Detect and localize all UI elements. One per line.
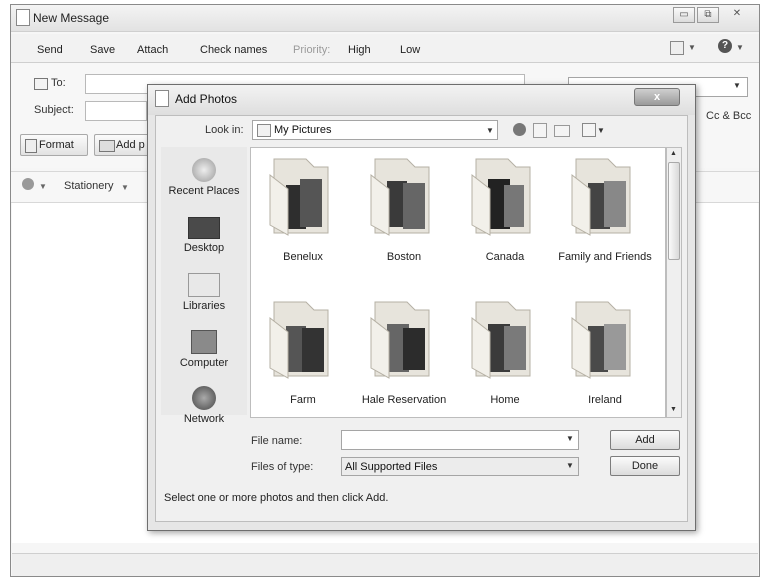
folder-photo-icon (571, 301, 631, 379)
new-folder-icon[interactable] (554, 125, 570, 137)
priority-label: Priority: (293, 44, 331, 56)
subject-label: Subject: (34, 104, 74, 116)
priority-high-button[interactable]: High (348, 44, 371, 56)
emoticon-dropdown-icon[interactable]: ▼ (39, 182, 47, 191)
cc-bcc-link[interactable]: Cc & Bcc (706, 110, 751, 122)
to-label: To: (51, 77, 66, 89)
computer-icon (191, 330, 217, 354)
folder-item-family-and-friends[interactable]: Family and Friends (555, 155, 655, 265)
address-book-icon[interactable] (34, 78, 48, 90)
add-photos-label: Add p (116, 139, 145, 151)
file-name-dropdown-icon[interactable]: ▼ (566, 434, 574, 443)
attach-button[interactable]: Attach (137, 44, 168, 56)
help-icon[interactable]: ? (718, 39, 732, 53)
folder-photo-icon (471, 158, 531, 236)
view-menu-icon[interactable] (582, 123, 596, 137)
folder-label: Family and Friends (558, 251, 652, 263)
place-label: Desktop (183, 242, 225, 254)
place-libraries[interactable]: Libraries (161, 273, 247, 312)
message-icon (16, 9, 30, 26)
emoticon-icon[interactable] (22, 178, 34, 190)
from-dropdown-icon[interactable]: ▼ (733, 81, 741, 90)
photo-icon (99, 140, 115, 152)
look-in-dropdown-icon[interactable]: ▼ (486, 126, 494, 135)
file-type-value: All Supported Files (345, 461, 438, 473)
format-button[interactable]: Format (20, 134, 88, 156)
subject-field[interactable] (85, 101, 147, 121)
place-recent-places[interactable]: Recent Places (161, 158, 247, 197)
add-button[interactable]: Add (610, 430, 680, 450)
add-photos-button[interactable]: Add p (94, 134, 150, 156)
maximize-button[interactable]: ⧉ (697, 7, 719, 23)
folder-label: Farm (290, 394, 316, 406)
folder-photo-icon (370, 158, 430, 236)
status-bar (12, 553, 758, 576)
dialog-title: Add Photos (175, 92, 238, 106)
folder-label: Home (490, 394, 520, 406)
place-label: Recent Places (168, 185, 240, 197)
send-button[interactable]: Send (37, 44, 63, 56)
scroll-down-icon[interactable]: ▼ (670, 406, 677, 413)
look-in-value: My Pictures (274, 124, 332, 136)
folder-label: Hale Reservation (361, 394, 447, 406)
stationery-dropdown-icon[interactable]: ▼ (121, 183, 129, 192)
folder-item-ireland[interactable]: Ireland (555, 298, 655, 408)
folder-label: Boston (386, 251, 422, 263)
title-bar (11, 5, 759, 32)
place-computer[interactable]: Computer (161, 330, 247, 369)
place-network[interactable]: Network (161, 386, 247, 425)
priority-low-button[interactable]: Low (400, 44, 420, 56)
folder-photo-icon (370, 301, 430, 379)
file-type-dropdown-icon[interactable]: ▼ (566, 461, 574, 470)
close-window-button[interactable]: ✕ (726, 7, 748, 23)
folder-item-hale-reservation[interactable]: Hale Reservation (354, 298, 454, 408)
dialog-icon (155, 90, 169, 107)
dialog-hint: Select one or more photos and then click… (164, 492, 389, 504)
folder-photo-icon (571, 158, 631, 236)
view-dropdown-icon[interactable]: ▼ (597, 126, 605, 135)
folder-item-benelux[interactable]: Benelux (253, 155, 353, 265)
dropdown-arrow-icon[interactable]: ▼ (688, 43, 696, 52)
file-type-label: Files of type: (251, 461, 314, 473)
minimize-button[interactable]: ▭ (673, 7, 695, 23)
check-names-button[interactable]: Check names (200, 44, 267, 56)
toolbar (11, 34, 759, 63)
folder-label: Canada (485, 251, 525, 263)
folder-item-farm[interactable]: Farm (253, 298, 353, 408)
stationery-button[interactable]: Stationery (64, 180, 114, 192)
back-icon[interactable] (513, 123, 526, 136)
done-button[interactable]: Done (610, 456, 680, 476)
format-label: Format (39, 139, 74, 151)
folder-photo-icon (269, 301, 329, 379)
window-title: New Message (33, 11, 110, 25)
folder-item-canada[interactable]: Canada (455, 155, 555, 265)
file-name-label: File name: (251, 435, 303, 447)
desktop-icon (188, 217, 220, 239)
folder-photo-icon (471, 301, 531, 379)
place-desktop[interactable]: Desktop (161, 217, 247, 254)
place-label: Network (183, 413, 225, 425)
folder-photo-icon (269, 158, 329, 236)
format-icon (25, 139, 37, 153)
folder-label: Benelux (283, 251, 323, 263)
libraries-icon (188, 273, 220, 297)
folder-item-home[interactable]: Home (455, 298, 555, 408)
place-label: Computer (179, 357, 229, 369)
save-button[interactable]: Save (90, 44, 115, 56)
help-dropdown-icon[interactable]: ▼ (736, 43, 744, 52)
folder-small-icon (257, 124, 271, 137)
recent-places-icon (192, 158, 216, 182)
scrollbar-thumb[interactable] (668, 162, 680, 260)
folder-label: Ireland (588, 394, 622, 406)
look-in-label: Look in: (205, 124, 244, 136)
up-folder-icon[interactable] (533, 123, 547, 138)
place-label: Libraries (182, 300, 226, 312)
file-name-input[interactable] (341, 430, 579, 450)
dialog-close-button[interactable]: x (634, 88, 680, 106)
folder-item-boston[interactable]: Boston (354, 155, 454, 265)
network-icon (192, 386, 216, 410)
encrypt-icon[interactable] (670, 41, 684, 55)
scroll-up-icon[interactable]: ▲ (670, 150, 677, 157)
